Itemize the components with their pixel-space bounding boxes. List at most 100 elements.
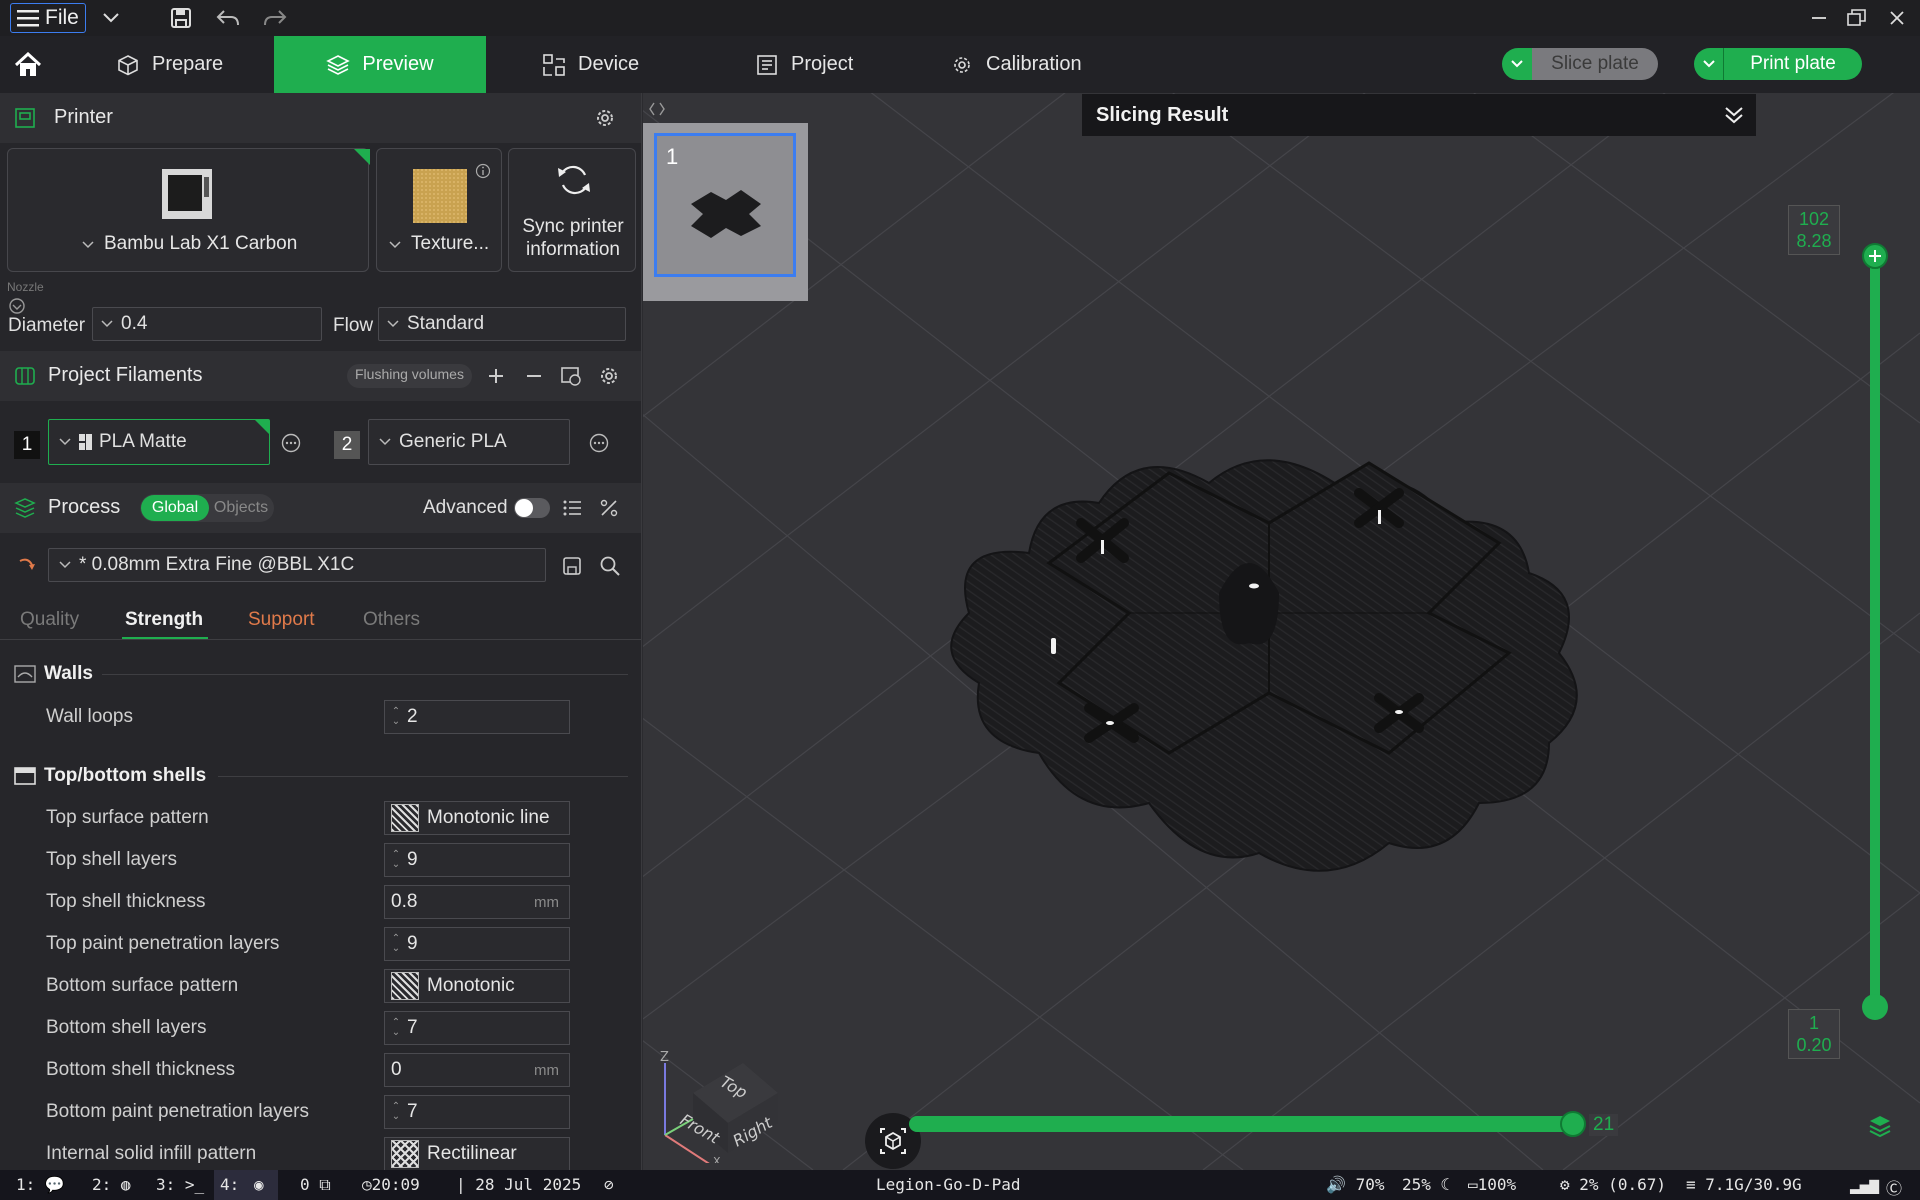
subtab-others[interactable]: Others bbox=[363, 609, 420, 631]
filament-2-select[interactable]: Generic PLA bbox=[368, 419, 570, 465]
stepper-icon[interactable]: ⌃ ⌄ bbox=[385, 934, 407, 954]
top-shell-layers-input[interactable]: ⌃ ⌄ 9 bbox=[384, 843, 570, 877]
close-icon[interactable] bbox=[1884, 6, 1910, 30]
stepper-icon[interactable]: ⌃ ⌄ bbox=[385, 1102, 407, 1122]
chevron-down-icon bbox=[387, 320, 399, 328]
workspace-3[interactable]: 3: >_ bbox=[156, 1175, 204, 1194]
redo-icon[interactable] bbox=[262, 6, 288, 30]
tab-preview[interactable]: Preview bbox=[274, 36, 486, 93]
search-icon[interactable] bbox=[599, 555, 621, 577]
workspace-1[interactable]: 1: 💬 bbox=[16, 1175, 65, 1194]
top-shell-thickness-value: 0.8 bbox=[391, 891, 418, 912]
brightness[interactable]: 25% ☾ bbox=[1402, 1175, 1450, 1194]
save-preset-icon[interactable] bbox=[562, 556, 582, 576]
flow-select[interactable]: Standard bbox=[378, 307, 626, 341]
compare-icon[interactable] bbox=[599, 498, 619, 518]
bottom-paint-penetration-input[interactable]: ⌃ ⌄ 7 bbox=[384, 1095, 570, 1129]
collapse-icon[interactable] bbox=[8, 297, 26, 315]
layer-bottom-handle[interactable] bbox=[1862, 994, 1888, 1020]
bottom-shell-thickness-value: 0 bbox=[391, 1059, 402, 1080]
diameter-select[interactable]: 0.4 bbox=[92, 307, 322, 341]
bottom-shell-thickness-input[interactable]: 0 mm bbox=[384, 1053, 570, 1087]
bottom-surface-pattern-value: Monotonic bbox=[427, 975, 515, 996]
save-icon[interactable] bbox=[168, 6, 194, 30]
gear-icon[interactable] bbox=[594, 107, 616, 129]
memory-value: 7.1G/30.9G bbox=[1705, 1175, 1802, 1194]
chevron-down-icon[interactable] bbox=[1694, 48, 1724, 80]
stepper-icon[interactable]: ⌃ ⌄ bbox=[385, 850, 407, 870]
chevron-double-down-icon[interactable] bbox=[1724, 106, 1744, 124]
toggle-objects[interactable]: Objects bbox=[210, 495, 272, 521]
layer-top-handle[interactable] bbox=[1862, 243, 1888, 269]
home-button[interactable] bbox=[6, 36, 50, 93]
internal-solid-infill-select[interactable]: Rectilinear bbox=[384, 1137, 570, 1170]
file-menu-button[interactable]: File bbox=[10, 3, 86, 33]
subtab-quality[interactable]: Quality bbox=[20, 609, 79, 631]
bottom-shell-layers-input[interactable]: ⌃ ⌄ 7 bbox=[384, 1011, 570, 1045]
eye-off-icon[interactable]: ⊘ bbox=[604, 1175, 614, 1194]
tab-project[interactable]: Project bbox=[755, 36, 915, 93]
horizontal-move-slider-track[interactable] bbox=[909, 1116, 1573, 1132]
layer-bottom-index: 1 bbox=[1808, 1013, 1819, 1033]
remove-icon[interactable] bbox=[524, 366, 544, 386]
scope-toggle[interactable]: Global Objects bbox=[140, 494, 274, 522]
3d-viewport[interactable]: 1 Slicing Result 102 8.28 1 0.20 21 Z X … bbox=[643, 93, 1920, 1170]
sync-filament-icon[interactable] bbox=[560, 365, 582, 387]
tray-app-icon[interactable]: Ⓒ bbox=[1886, 1175, 1902, 1199]
printer-select-card[interactable]: Bambu Lab X1 Carbon bbox=[7, 148, 370, 272]
slicing-result-header[interactable]: Slicing Result bbox=[1082, 94, 1756, 136]
bottom-shell-layers-value: 7 bbox=[407, 1017, 418, 1038]
toggle-global[interactable]: Global bbox=[141, 495, 209, 521]
orientation-cube[interactable]: Z X Top Front Right bbox=[653, 1023, 793, 1163]
undo-icon[interactable] bbox=[215, 6, 241, 30]
print-plate-button[interactable]: Print plate bbox=[1694, 48, 1862, 80]
advanced-switch[interactable] bbox=[514, 498, 550, 518]
top-shell-thickness-input[interactable]: 0.8 mm bbox=[384, 885, 570, 919]
top-surface-pattern-select[interactable]: Monotonic line bbox=[384, 801, 570, 835]
wall-loops-input[interactable]: ⌃ ⌄ 2 bbox=[384, 700, 570, 734]
workspace-4[interactable]: 4: ◉ bbox=[214, 1170, 278, 1200]
bottom-paint-penetration-label: Bottom paint penetration layers bbox=[46, 1101, 309, 1122]
plate-number: 1 bbox=[666, 144, 679, 169]
layers-icon[interactable] bbox=[1867, 1113, 1893, 1139]
minimize-icon[interactable] bbox=[1806, 6, 1832, 30]
slice-plate-button[interactable]: Slice plate bbox=[1502, 48, 1658, 80]
more-options-icon[interactable] bbox=[588, 432, 610, 454]
battery[interactable]: ▭100% bbox=[1468, 1175, 1516, 1194]
workspace-2[interactable]: 2: ◍ bbox=[92, 1175, 131, 1194]
top-surface-pattern-value: Monotonic line bbox=[427, 807, 550, 828]
tab-device[interactable]: Device bbox=[542, 36, 702, 93]
restore-icon[interactable] bbox=[1844, 6, 1870, 30]
top-surface-pattern-label: Top surface pattern bbox=[46, 807, 209, 828]
tab-calibration[interactable]: Calibration bbox=[950, 36, 1130, 93]
chevron-down-icon[interactable] bbox=[98, 6, 124, 30]
info-icon[interactable] bbox=[475, 163, 491, 179]
subtab-strength[interactable]: Strength bbox=[125, 609, 203, 631]
chevron-down-icon[interactable] bbox=[1502, 48, 1532, 80]
stepper-icon[interactable]: ⌃ ⌄ bbox=[385, 1018, 407, 1038]
gear-icon[interactable] bbox=[598, 365, 620, 387]
filament-1-select[interactable]: PLA Matte bbox=[48, 419, 270, 465]
bottom-surface-pattern-select[interactable]: Monotonic bbox=[384, 969, 570, 1003]
plate-type-card[interactable]: Texture... bbox=[376, 148, 502, 272]
more-options-icon[interactable] bbox=[280, 432, 302, 454]
list-icon[interactable] bbox=[562, 498, 582, 518]
flushing-volumes-button[interactable]: Flushing volumes bbox=[347, 364, 472, 388]
vertical-layer-slider-track[interactable] bbox=[1870, 257, 1880, 1007]
sync-printer-button[interactable]: Sync printer information bbox=[508, 148, 636, 272]
tab-prepare[interactable]: Prepare bbox=[116, 36, 276, 93]
stepper-icon[interactable]: ⌃ ⌄ bbox=[385, 707, 407, 727]
add-icon[interactable] bbox=[486, 366, 506, 386]
horizontal-move-handle[interactable] bbox=[1560, 1111, 1586, 1137]
volume[interactable]: 🔊 70% bbox=[1326, 1175, 1384, 1194]
plate-thumbnail[interactable]: 1 bbox=[654, 133, 796, 277]
process-preset-select[interactable]: * 0.08mm Extra Fine @BBL X1C bbox=[48, 548, 546, 582]
collapse-sidebar-icon[interactable] bbox=[643, 93, 665, 119]
top-paint-penetration-input[interactable]: ⌃ ⌄ 9 bbox=[384, 927, 570, 961]
subtab-support[interactable]: Support bbox=[248, 609, 315, 631]
